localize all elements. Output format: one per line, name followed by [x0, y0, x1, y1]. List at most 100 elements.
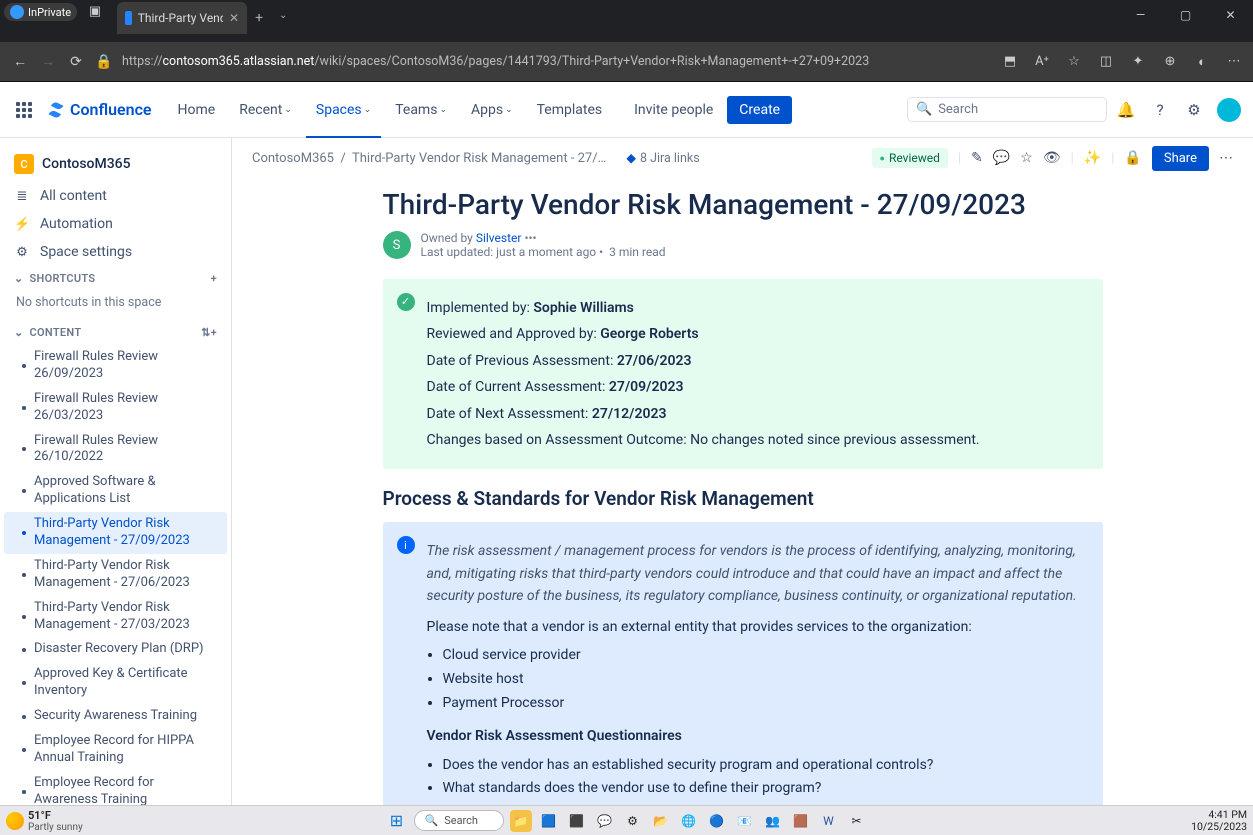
taskbar-app[interactable]: ⚙: [622, 810, 644, 832]
product-logo[interactable]: Confluence: [46, 100, 152, 120]
questions-heading: Vendor Risk Assessment Questionnaires: [427, 725, 1087, 747]
nav-spaces[interactable]: Spaces⌄: [306, 82, 381, 138]
browser-toolbar: ← → ⟳ 🔒 https://contosom365.atlassian.ne…: [0, 42, 1253, 82]
taskbar-app[interactable]: 🌐: [678, 810, 700, 832]
taskbar-app[interactable]: W: [818, 810, 840, 832]
notifications-icon[interactable]: 🔔: [1111, 101, 1141, 119]
close-tab-icon[interactable]: ✕: [229, 11, 239, 25]
help-icon[interactable]: ?: [1145, 101, 1175, 119]
workspaces-icon[interactable]: ▣: [87, 4, 103, 19]
next-date: 27/12/2023: [592, 406, 667, 422]
site-info-icon[interactable]: 🔒: [90, 54, 118, 70]
crumb-space[interactable]: ContosoM365: [252, 151, 334, 166]
window-maximize[interactable]: ▢: [1163, 0, 1208, 30]
status-badge-reviewed[interactable]: Reviewed: [872, 148, 948, 168]
profile-avatar[interactable]: [1217, 98, 1241, 122]
more-actions-icon[interactable]: ⋯: [1219, 150, 1233, 166]
browser-profile-icon[interactable]: ◐: [1189, 54, 1215, 70]
invite-button[interactable]: Invite people: [624, 96, 723, 124]
tree-item[interactable]: Approved Software & Applications List: [4, 470, 227, 512]
ai-icon[interactable]: ✨: [1084, 150, 1101, 166]
tree-item[interactable]: Third-Party Vendor Risk Management - 27/…: [4, 596, 227, 638]
space-header[interactable]: C ContosoM365: [4, 146, 227, 182]
tree-item[interactable]: Disaster Recovery Plan (DRP): [4, 637, 227, 662]
owner-menu-icon[interactable]: •••: [524, 231, 536, 245]
system-clock[interactable]: 4:41 PM 10/25/2023: [1191, 809, 1247, 832]
taskbar-app[interactable]: 💬: [594, 810, 616, 832]
share-button[interactable]: Share: [1152, 146, 1209, 171]
create-button[interactable]: Create: [727, 96, 792, 124]
sidebar-all-content[interactable]: ≣All content: [4, 182, 227, 210]
lock-icon[interactable]: 🔒: [1124, 150, 1141, 166]
taskbar-app[interactable]: 📁: [510, 810, 532, 832]
window-close[interactable]: ✕: [1208, 0, 1253, 30]
check-icon: ✓: [397, 293, 415, 311]
tree-item[interactable]: Third-Party Vendor Risk Management - 27/…: [4, 554, 227, 596]
temperature: 51°F: [28, 809, 83, 822]
taskbar-app[interactable]: 👥: [762, 810, 784, 832]
nav-teams[interactable]: Teams⌄: [385, 82, 457, 138]
add-page-icon[interactable]: +: [211, 326, 217, 339]
owner-link[interactable]: Silvester: [476, 231, 522, 245]
taskbar-app[interactable]: 📂: [650, 810, 672, 832]
watch-icon[interactable]: 👁: [1043, 150, 1061, 166]
sidebar-automation[interactable]: ⚡Automation: [4, 210, 227, 238]
tree-item[interactable]: Third-Party Vendor Risk Management - 27/…: [4, 512, 227, 554]
nav-apps[interactable]: Apps⌄: [461, 82, 523, 138]
browser-tab[interactable]: Third-Party Vendor Risk Manage… ✕: [117, 2, 247, 34]
vendor-list: Cloud service providerWebsite hostPaymen…: [443, 644, 1087, 715]
tree-item[interactable]: Security Awareness Training: [4, 704, 227, 729]
nav-home[interactable]: Home: [168, 82, 226, 138]
clock-time: 4:41 PM: [1191, 809, 1247, 821]
browser-menu-icon[interactable]: ⋯: [1221, 54, 1247, 69]
read-aloud-icon[interactable]: A⁺: [1029, 54, 1055, 69]
taskbar-app[interactable]: ✂: [846, 810, 868, 832]
sidebar-shortcuts-header[interactable]: ⌄SHORTCUTS +: [4, 266, 227, 291]
sidebar-content-header[interactable]: ⌄CONTENT ⇅+: [4, 320, 227, 345]
tab-title: Third-Party Vendor Risk Manage…: [138, 11, 223, 25]
tree-item[interactable]: Approved Key & Certificate Inventory: [4, 662, 227, 704]
split-screen-icon[interactable]: ◫: [1093, 54, 1119, 69]
start-button[interactable]: ⊞: [386, 810, 408, 832]
add-shortcut-icon[interactable]: +: [211, 272, 217, 285]
weather-widget[interactable]: 51°FPartly sunny: [6, 809, 83, 833]
taskbar-search[interactable]: 🔍Search: [414, 810, 504, 831]
filter-icon[interactable]: ⇅: [201, 326, 211, 339]
star-icon[interactable]: ☆: [1020, 150, 1033, 166]
author-avatar[interactable]: S: [383, 231, 411, 259]
nav-templates[interactable]: Templates: [527, 82, 613, 138]
back-button[interactable]: ←: [6, 53, 34, 70]
tree-item[interactable]: Firewall Rules Review 26/03/2023: [4, 387, 227, 429]
extensions-icon[interactable]: ✦: [1125, 54, 1151, 69]
tree-item[interactable]: Firewall Rules Review 26/09/2023: [4, 345, 227, 387]
tree-item[interactable]: Employee Record for Awareness Training: [4, 771, 227, 805]
collections-icon[interactable]: ⊕: [1157, 54, 1183, 69]
url-path: /wiki/spaces/ContosoM36/pages/1441793/Th…: [314, 54, 869, 69]
space-sidebar: C ContosoM365 ≣All content ⚡Automation ⚙…: [0, 138, 232, 805]
tree-item[interactable]: Firewall Rules Review 26/10/2022: [4, 429, 227, 471]
taskbar-app[interactable]: 🟦: [538, 810, 560, 832]
comment-icon[interactable]: 💬: [993, 150, 1010, 166]
inprivate-icon: [10, 5, 24, 19]
window-minimize[interactable]: —: [1118, 0, 1163, 30]
taskbar-app[interactable]: ⬛: [566, 810, 588, 832]
taskbar-app[interactable]: 📧: [734, 810, 756, 832]
search-input[interactable]: 🔍 Search: [907, 97, 1107, 122]
refresh-button[interactable]: ⟳: [62, 54, 90, 70]
bolt-icon: ⚡: [14, 217, 30, 232]
app-switcher-icon[interactable]: [12, 98, 36, 122]
favorite-icon[interactable]: ☆: [1061, 54, 1087, 69]
taskbar-app[interactable]: 🟫: [790, 810, 812, 832]
new-tab-button[interactable]: +: [255, 10, 263, 26]
settings-icon[interactable]: ⚙: [1179, 101, 1209, 119]
app-available-icon[interactable]: ⬒: [997, 54, 1023, 69]
address-bar[interactable]: https://contosom365.atlassian.net/wiki/s…: [118, 54, 997, 69]
sidebar-settings[interactable]: ⚙Space settings: [4, 238, 227, 266]
nav-recent[interactable]: Recent⌄: [229, 82, 302, 138]
edit-icon[interactable]: ✎: [971, 150, 983, 166]
tree-item[interactable]: Employee Record for HIPPA Annual Trainin…: [4, 729, 227, 771]
taskbar-app[interactable]: 🔵: [706, 810, 728, 832]
tab-overflow-icon[interactable]: ⌄: [279, 10, 287, 21]
crumb-page[interactable]: Third-Party Vendor Risk Management - 27/…: [352, 151, 606, 166]
jira-links[interactable]: ◆ 8 Jira links: [626, 150, 699, 166]
